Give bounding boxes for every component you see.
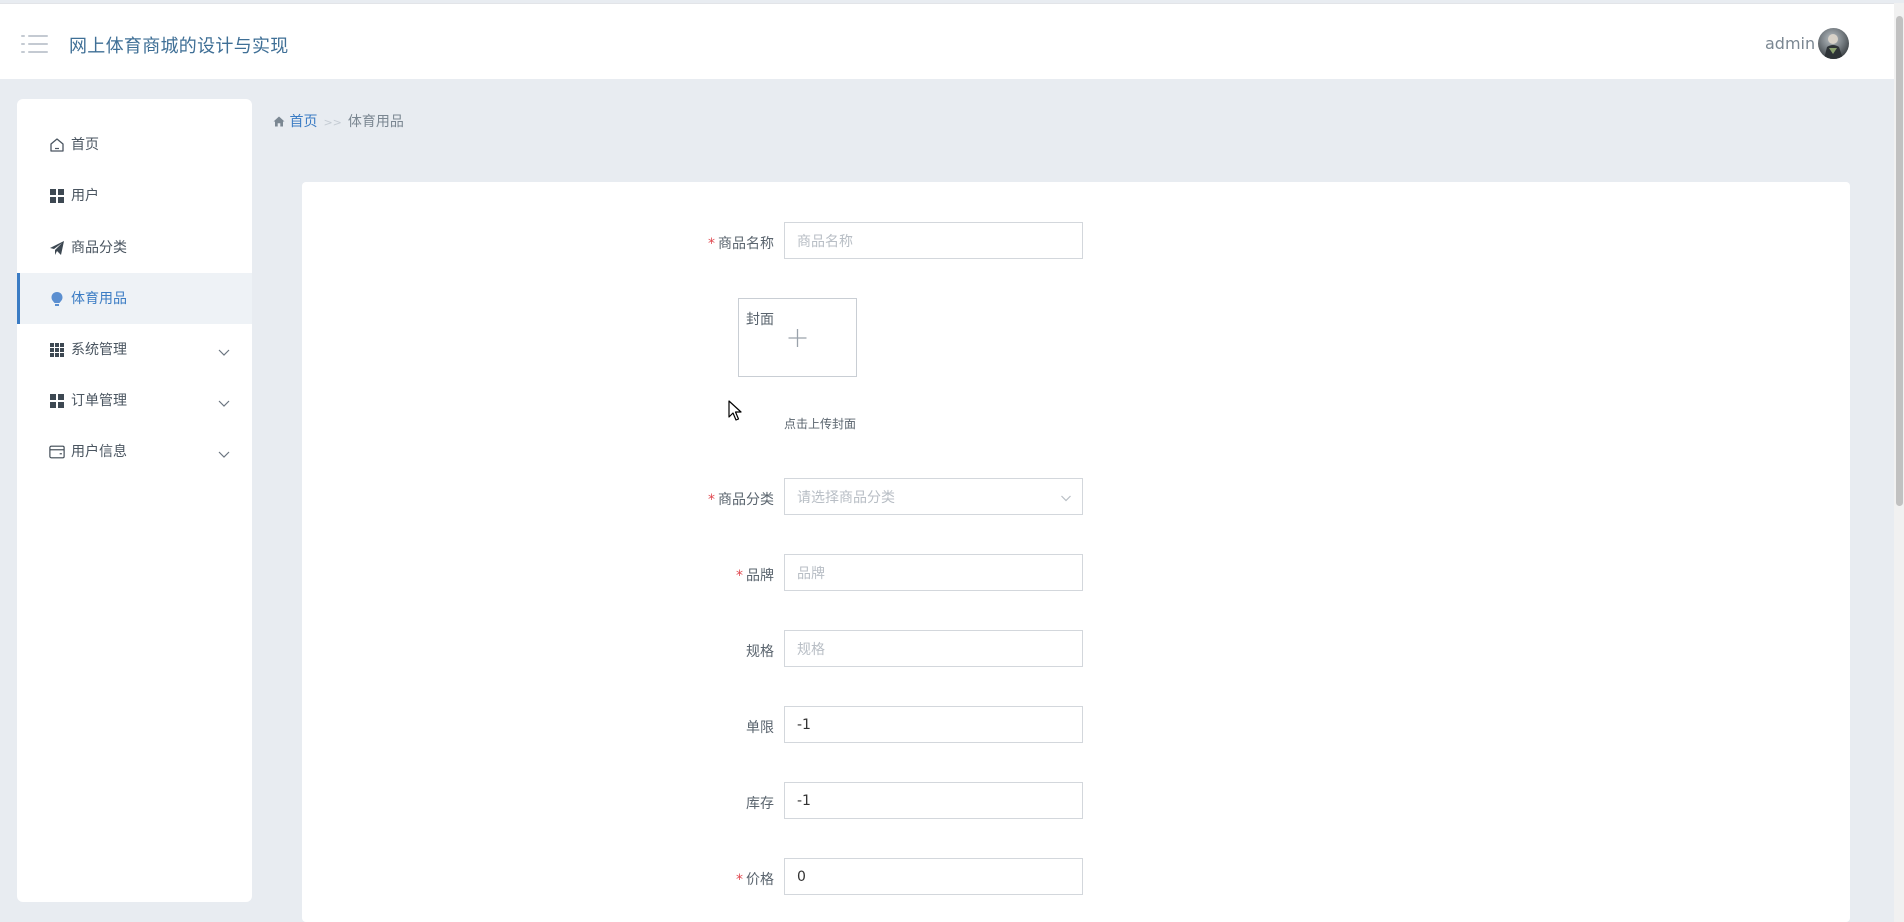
sidebar-item-label: 系统管理 — [71, 342, 127, 358]
stock-label: 库存 — [746, 796, 774, 812]
sidebar-item-sports-goods[interactable]: 体育用品 — [17, 273, 252, 324]
page-scrollbar-thumb[interactable] — [1896, 16, 1903, 506]
plus-icon — [788, 329, 807, 347]
brand-label: * 品牌 — [736, 568, 774, 584]
sidebar-item-label: 首页 — [71, 137, 99, 153]
price-value: 0 — [797, 868, 806, 885]
app-title: 网上体育商城的设计与实现 — [69, 36, 289, 57]
top-bar: 网上体育商城的设计与实现 admin — [0, 3, 1904, 79]
sidebar-item-label: 订单管理 — [71, 393, 127, 409]
required-mark: * — [736, 568, 743, 584]
sidebar-item-order-management[interactable]: 订单管理 — [17, 375, 252, 426]
category-placeholder: 请选择商品分类 — [797, 489, 895, 506]
price-label-wrap: * 价格 — [302, 859, 774, 897]
spec-placeholder: 规格 — [797, 641, 825, 658]
sidebar-item-users[interactable]: 用户 — [17, 170, 252, 221]
required-mark: * — [708, 236, 715, 252]
home-icon — [273, 114, 289, 130]
menu-toggle-icon[interactable] — [21, 33, 48, 55]
breadcrumb: 首页 >> 体育用品 — [273, 111, 404, 131]
breadcrumb-separator: >> — [323, 116, 342, 129]
price-input[interactable]: 0 — [784, 858, 1083, 895]
limit-label-wrap: 单限 — [302, 707, 774, 745]
user-name[interactable]: admin — [1765, 34, 1815, 53]
mouse-cursor-icon — [728, 400, 742, 422]
cover-upload-hint: 点击上传封面 — [784, 417, 857, 431]
sidebar-item-label: 用户 — [71, 188, 99, 204]
breadcrumb-current: 体育用品 — [347, 114, 404, 130]
sidebar-item-product-category[interactable]: 商品分类 — [17, 222, 252, 273]
stock-label-wrap: 库存 — [302, 783, 774, 821]
sidebar-item-label: 用户信息 — [71, 444, 127, 460]
price-label: * 价格 — [736, 872, 774, 888]
limit-input[interactable]: -1 — [784, 706, 1083, 743]
chevron-down-icon — [218, 394, 230, 407]
product-form-card: * 商品名称 商品名称 封面 点击上传封面 * 商品分类 请选择商品分类 * 品牌 品… — [302, 182, 1850, 922]
chevron-down-icon — [218, 343, 230, 356]
brand-input[interactable]: 品牌 — [784, 554, 1083, 591]
category-label: * 商品分类 — [708, 492, 774, 508]
required-mark: * — [736, 872, 743, 888]
chevron-down-icon — [1060, 492, 1072, 508]
name-label-wrap: * 商品名称 — [302, 223, 774, 261]
brand-label-wrap: * 品牌 — [302, 555, 774, 593]
limit-value: -1 — [797, 716, 811, 733]
chevron-down-icon — [218, 445, 230, 458]
cover-upload-button[interactable] — [738, 298, 857, 377]
spec-label-wrap: 规格 — [302, 631, 774, 669]
avatar[interactable] — [1818, 28, 1849, 59]
apps-icon — [49, 342, 65, 358]
product-name-placeholder: 商品名称 — [797, 233, 853, 250]
brand-placeholder: 品牌 — [797, 565, 825, 582]
cover-label-wrap: 封面 — [302, 299, 774, 337]
bulb-icon — [49, 291, 65, 307]
spec-label: 规格 — [746, 644, 774, 660]
category-select[interactable]: 请选择商品分类 — [784, 478, 1083, 515]
breadcrumb-home-link[interactable]: 首页 — [289, 114, 317, 130]
sidebar-item-label: 体育用品 — [71, 291, 127, 307]
paper-plane-icon — [49, 240, 65, 256]
stock-input[interactable]: -1 — [784, 782, 1083, 819]
grid-icon — [49, 188, 65, 204]
stock-value: -1 — [797, 792, 811, 809]
category-label-wrap: * 商品分类 — [302, 479, 774, 517]
grid-icon — [49, 393, 65, 409]
wallet-icon — [49, 444, 65, 460]
name-label: * 商品名称 — [708, 236, 774, 252]
sidebar-item-home[interactable]: 首页 — [17, 119, 252, 170]
sidebar: 首页 用户 商品分类 体育用品 系统管理 订单管理 用户信息 — [17, 99, 252, 902]
sidebar-item-label: 商品分类 — [71, 240, 127, 256]
sidebar-item-system-management[interactable]: 系统管理 — [17, 324, 252, 375]
limit-label: 单限 — [746, 720, 774, 736]
sidebar-item-user-info[interactable]: 用户信息 — [17, 426, 252, 477]
home-icon — [49, 137, 65, 153]
required-mark: * — [708, 492, 715, 508]
product-name-input[interactable]: 商品名称 — [784, 222, 1083, 259]
spec-input[interactable]: 规格 — [784, 630, 1083, 667]
